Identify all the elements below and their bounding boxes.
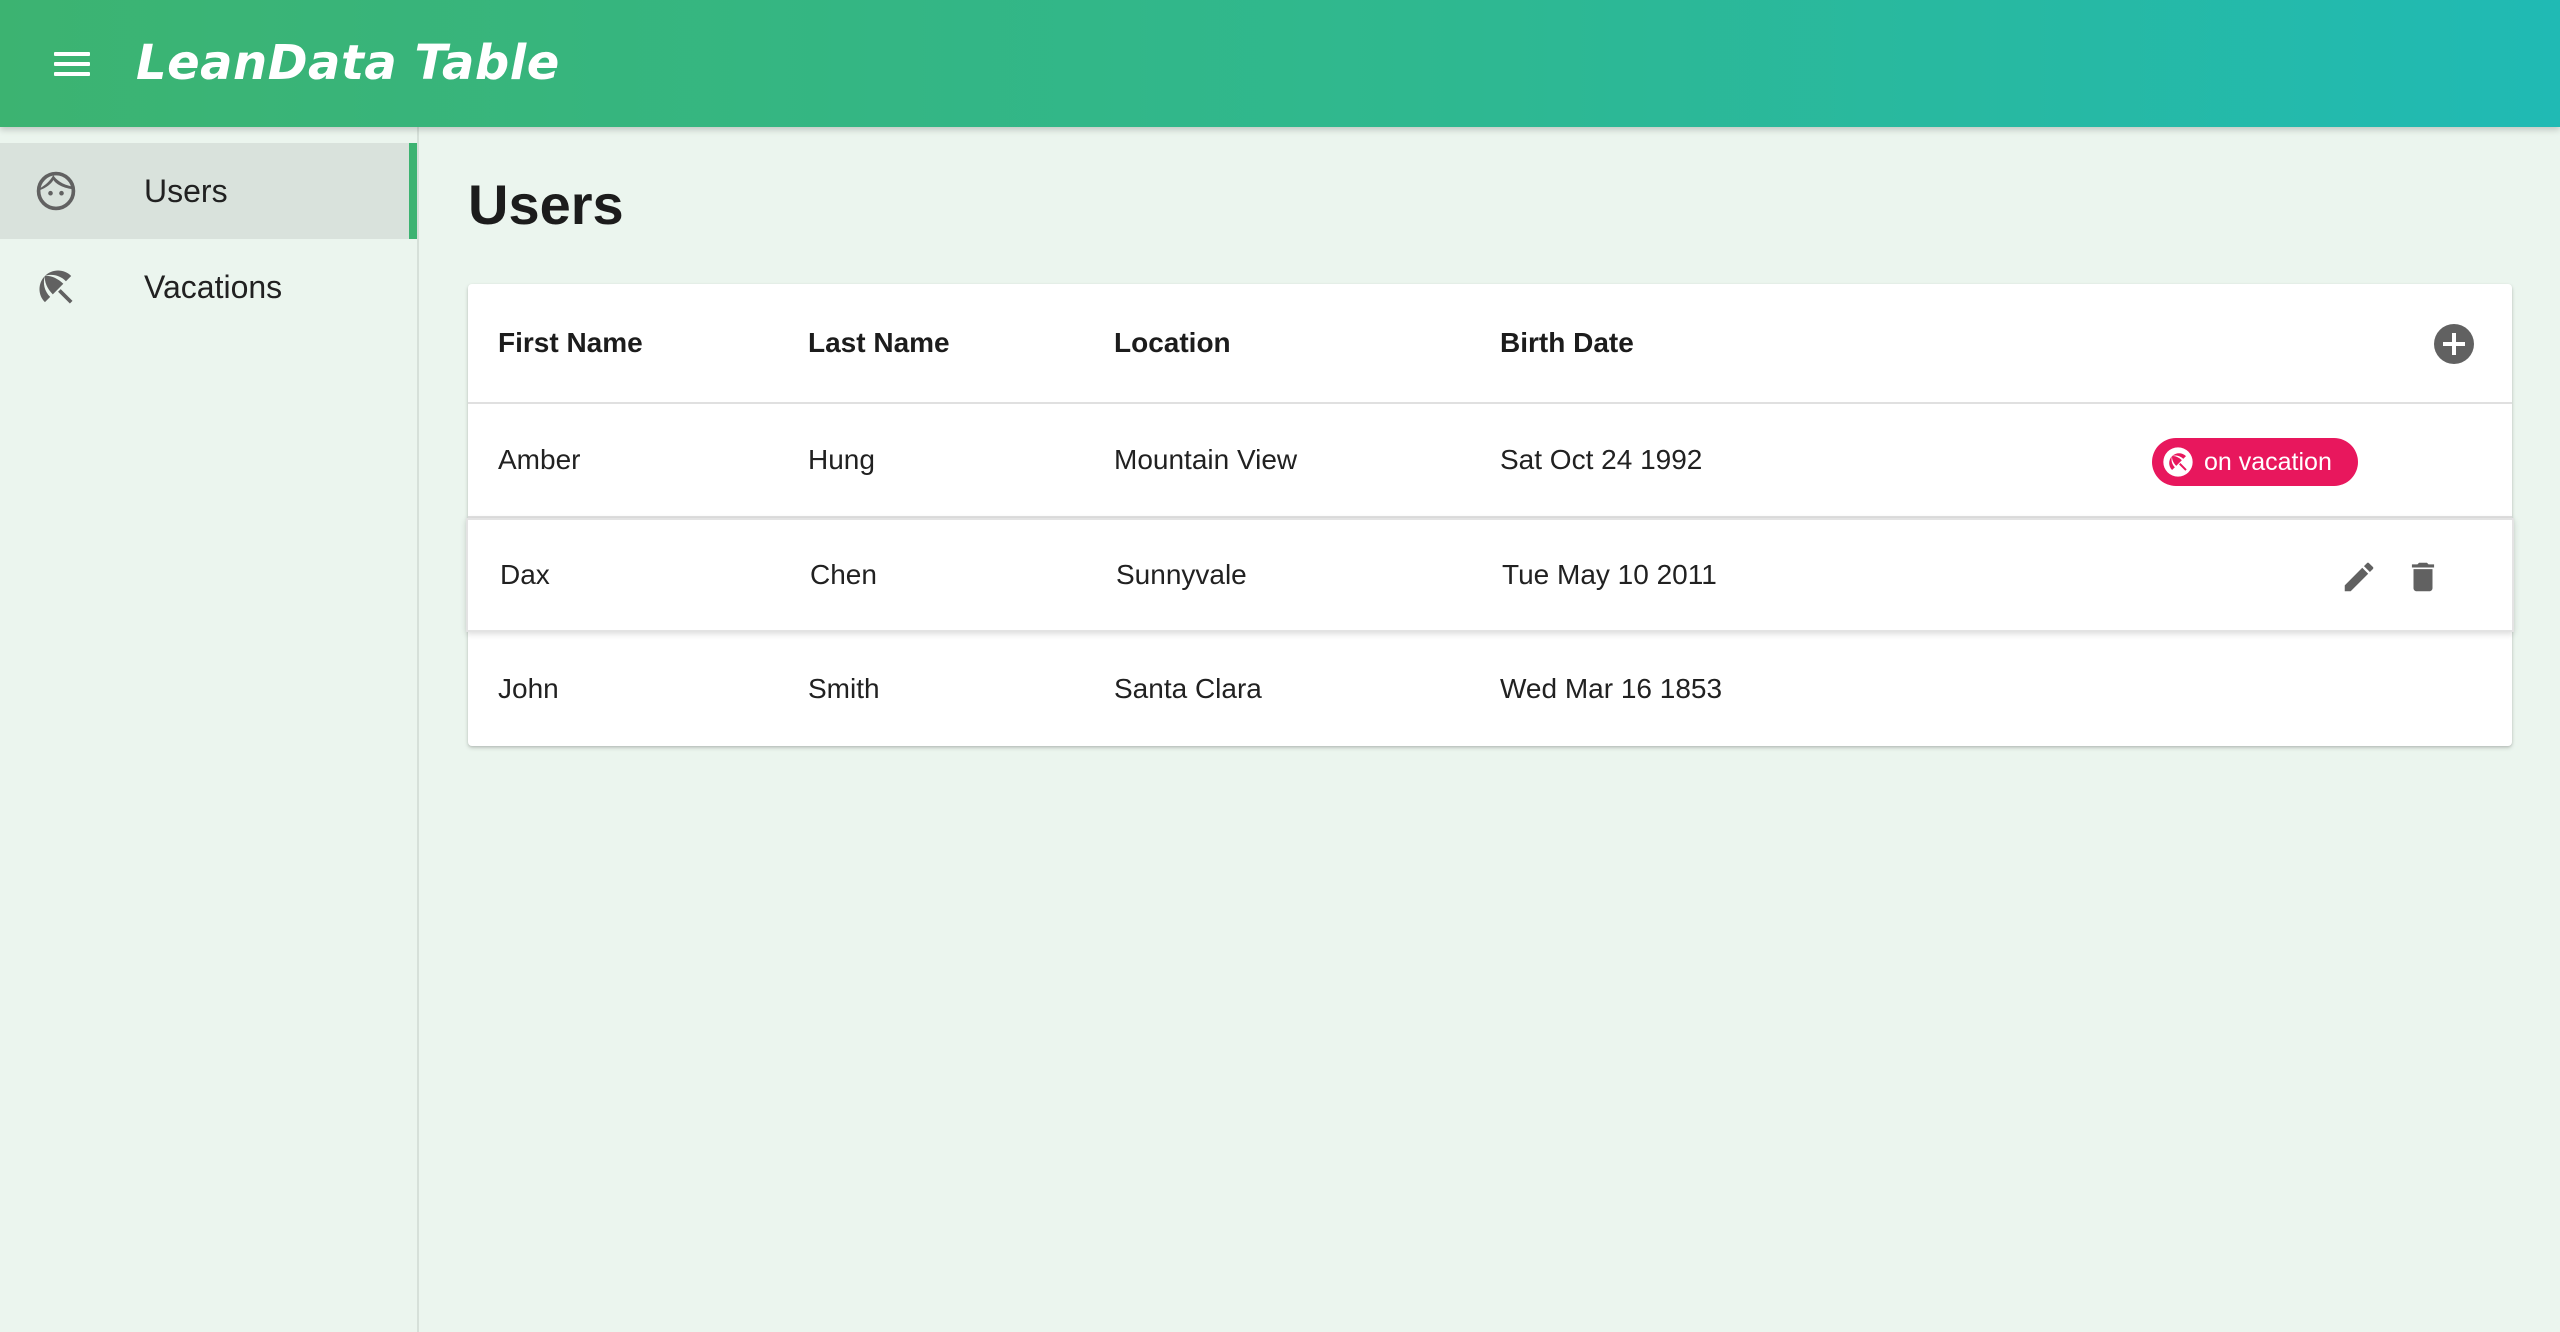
column-header-location[interactable]: Location <box>1114 284 1231 402</box>
column-header-last-name[interactable]: Last Name <box>808 284 950 402</box>
sidebar-item-label: Users <box>144 172 228 209</box>
table-row[interactable]: Dax Chen Sunnyvale Tue May 10 2011 <box>466 518 2514 632</box>
cell-birth-date: Sat Oct 24 1992 <box>1500 444 1703 475</box>
page-title: Users <box>468 173 624 236</box>
cell-birth-date: Tue May 10 2011 <box>1502 559 1717 590</box>
app-bar: LeanData Table <box>0 0 2560 127</box>
cell-location: Sunnyvale <box>1116 559 1247 590</box>
beach-umbrella-icon <box>2163 447 2193 477</box>
sidebar-item-users[interactable]: Users <box>0 143 417 239</box>
cell-last-name: Smith <box>808 673 880 704</box>
users-table: First Name Last Name Location Birth Date… <box>466 284 2514 746</box>
cell-birth-date: Wed Mar 16 1853 <box>1500 673 1723 704</box>
sidebar-item-vacations[interactable]: Vacations <box>0 239 417 335</box>
column-header-birth-date[interactable]: Birth Date <box>1500 284 1634 402</box>
beach-umbrella-icon <box>39 270 73 304</box>
cell-location: Mountain View <box>1114 444 1298 475</box>
add-user-button[interactable] <box>2434 324 2474 364</box>
table-row[interactable]: Amber Hung Mountain View Sat Oct 24 1992… <box>468 404 2512 518</box>
delete-icon[interactable] <box>2404 558 2442 596</box>
on-vacation-badge: on vacation <box>2152 438 2358 486</box>
table-header-row: First Name Last Name Location Birth Date <box>468 284 2512 404</box>
badge-label: on vacation <box>2204 448 2332 476</box>
cell-last-name: Chen <box>810 559 877 590</box>
cell-first-name: Amber <box>498 444 581 475</box>
cell-first-name: Dax <box>500 559 550 590</box>
column-header-first-name[interactable]: First Name <box>498 284 643 402</box>
face-icon <box>36 171 76 211</box>
sidebar: Users Vacations <box>0 127 419 1332</box>
app-title: LeanData Table <box>136 35 560 91</box>
cell-location: Santa Clara <box>1114 673 1262 704</box>
cell-first-name: John <box>498 673 559 704</box>
sidebar-item-label: Vacations <box>144 268 283 305</box>
cell-last-name: Hung <box>808 444 875 475</box>
edit-icon[interactable] <box>2340 558 2378 596</box>
table-row[interactable]: John Smith Santa Clara Wed Mar 16 1853 <box>468 632 2512 746</box>
hamburger-menu-icon[interactable] <box>46 44 98 84</box>
